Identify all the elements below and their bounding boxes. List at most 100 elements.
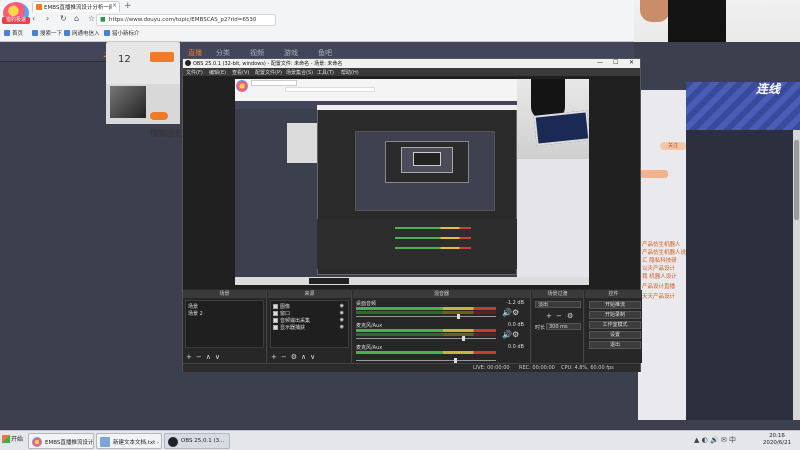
obs-preview[interactable] [183, 76, 640, 289]
sources-dock: 来源 图像 窗口 音频输出采集 显示器捕获 ◉ ◉ ◉ ◉ + − ⚙ ∧ ∨ [268, 290, 352, 363]
studio-mode-button[interactable]: 工作室模式 [589, 321, 641, 329]
menu-view[interactable]: 查看(V) [232, 69, 249, 76]
mixer-channel-label: 桌面音频 [356, 301, 377, 307]
visibility-icon[interactable]: ◉ [340, 310, 344, 316]
bookmark-item[interactable]: 搜索一下 [32, 29, 62, 37]
add-icon[interactable]: + [186, 353, 192, 361]
obs-titlebar[interactable]: OBS 25.0.1 (32-bit, windows) - 配置文件: 未命名… [183, 59, 640, 68]
back-icon[interactable]: ‹ [32, 14, 35, 23]
volume-slider[interactable] [356, 316, 496, 317]
start-recording-button[interactable]: 开始录制 [589, 311, 641, 319]
gear-icon[interactable]: ⚙ [291, 353, 297, 361]
move-down-icon[interactable]: ∨ [310, 353, 315, 361]
chat-line: 产品仿生机器人说 [642, 250, 687, 256]
address-url[interactable]: https://www.douyu.com/topic/EMBSCAS_p2?r… [109, 17, 256, 23]
maximize-icon[interactable]: ☐ [613, 59, 618, 66]
source-item[interactable]: 音频输出采集 [273, 317, 310, 324]
visibility-icon[interactable]: ◉ [340, 317, 344, 323]
bookmark-item[interactable]: 网通电信入 [64, 29, 100, 37]
source-item[interactable]: 图像 [273, 303, 290, 310]
move-up-icon[interactable]: ∧ [301, 353, 306, 361]
remove-icon[interactable]: − [281, 353, 287, 361]
move-up-icon[interactable]: ∧ [206, 353, 211, 361]
mixer-channel-label: 麦克风/Aux [356, 345, 383, 351]
site-nav-item[interactable]: 分类 [216, 48, 230, 58]
source-item[interactable]: 显示器捕获 [273, 324, 305, 331]
scenes-list[interactable]: 场景 场景 2 [185, 300, 264, 348]
start-button[interactable]: 开始 [2, 434, 26, 448]
anchor-pill[interactable] [150, 112, 168, 120]
source-item[interactable]: 窗口 [273, 310, 290, 317]
menu-tools[interactable]: 工具(T) [317, 69, 334, 76]
browser-tab[interactable]: EMBS直播推流设计分析一网上 × [32, 1, 120, 12]
taskbar-item-browser[interactable]: EMBS直播推流设计 [28, 433, 94, 449]
taskbar-item-notepad[interactable]: 新建文本文档.txt - [96, 433, 162, 449]
source-checkbox[interactable] [273, 304, 278, 309]
exit-button[interactable]: 退出 [589, 341, 641, 349]
taskbar-clock[interactable]: 20:16 2020/6/21 [758, 433, 796, 447]
bookmark-item[interactable]: 首页 [4, 29, 23, 37]
anchor-thumbnail[interactable] [110, 86, 146, 118]
volume-slider-knob[interactable] [457, 314, 460, 319]
menu-help[interactable]: 帮助(H) [341, 69, 359, 76]
follow-button[interactable]: 关注 [660, 142, 686, 150]
right-banner-logo: 连线 [756, 82, 781, 96]
bookmark-item[interactable]: 猎小新标介 [104, 29, 140, 37]
menu-file[interactable]: 文件(F) [186, 69, 203, 76]
taskbar-item-obs[interactable]: OBS 25.0.1 (3... [164, 433, 230, 449]
visibility-icon[interactable]: ◉ [340, 303, 344, 309]
add-icon[interactable]: + [546, 312, 552, 320]
scene-item[interactable]: 场景 [188, 303, 198, 310]
nested-tab [251, 80, 297, 86]
nested-webcam-monitor [533, 110, 589, 146]
home-icon[interactable]: ⌂ [74, 14, 79, 23]
address-bar[interactable]: ■ https://www.douyu.com/topic/EMBSCAS_p2… [96, 14, 276, 26]
page-scrollbar-thumb[interactable] [794, 140, 799, 220]
volume-slider[interactable] [356, 338, 496, 339]
browser-logo-label: 猎豹极速 [2, 17, 30, 24]
cpu-status: CPU: 4.8%, 60.00 fps [561, 365, 614, 371]
visibility-icon[interactable]: ◉ [340, 324, 344, 330]
start-streaming-button[interactable]: 开始推流 [589, 301, 641, 309]
speaker-icon[interactable]: 🔊⚙ [502, 330, 519, 339]
settings-button[interactable]: 设置 [589, 331, 641, 339]
right-banner[interactable] [686, 82, 800, 130]
menu-scene-collection[interactable]: 场景集合(S) [286, 69, 313, 76]
minimize-icon[interactable]: — [597, 59, 603, 66]
add-icon[interactable]: + [271, 353, 277, 361]
menu-edit[interactable]: 编辑(E) [209, 69, 226, 76]
chat-line: 我 机器人设计 [642, 274, 677, 280]
refresh-icon[interactable]: ↻ [60, 14, 67, 23]
menu-profile[interactable]: 配置文件(P) [255, 69, 282, 76]
sources-list[interactable]: 图像 窗口 音频输出采集 显示器捕获 ◉ ◉ ◉ ◉ [270, 300, 349, 348]
controls-dock-header: 控件 [585, 290, 642, 298]
close-icon[interactable]: × [112, 2, 117, 9]
remove-icon[interactable]: − [196, 353, 202, 361]
site-nav-item[interactable]: 游戏 [284, 48, 298, 58]
scene-item[interactable]: 场景 2 [188, 310, 203, 317]
speaker-icon[interactable]: 🔊⚙ [502, 308, 519, 317]
source-checkbox[interactable] [273, 311, 278, 316]
volume-slider[interactable] [356, 360, 496, 361]
duration-input[interactable]: 300 ms [546, 323, 581, 330]
new-tab-button[interactable]: + [124, 1, 132, 11]
gear-icon[interactable]: ⚙ [567, 312, 573, 320]
source-checkbox[interactable] [273, 325, 278, 330]
obs-canvas[interactable] [235, 79, 589, 285]
anchor-card-title[interactable]: 懂腾团长 [150, 128, 182, 139]
site-nav-item[interactable]: 鱼吧 [318, 48, 332, 58]
site-nav-item[interactable]: 直播 [188, 48, 202, 58]
left-panel-badge[interactable] [150, 52, 174, 62]
mixer-channel-label: 麦克风/Aux [356, 323, 383, 329]
volume-slider-knob[interactable] [462, 336, 465, 341]
forward-icon[interactable]: › [46, 14, 49, 23]
site-nav-item[interactable]: 视频 [250, 48, 264, 58]
star-icon[interactable]: ☆ [88, 14, 95, 23]
remove-icon[interactable]: − [556, 312, 562, 320]
transition-type-select[interactable]: 淡出 [535, 301, 581, 308]
system-tray[interactable]: ▲ ◐ 🔊 ✉ 中 [694, 435, 736, 445]
close-icon[interactable]: ✕ [629, 59, 634, 66]
source-checkbox[interactable] [273, 318, 278, 323]
move-down-icon[interactable]: ∨ [215, 353, 220, 361]
mixer-channel: 麦克风/Aux 0.0 dB [356, 344, 526, 364]
